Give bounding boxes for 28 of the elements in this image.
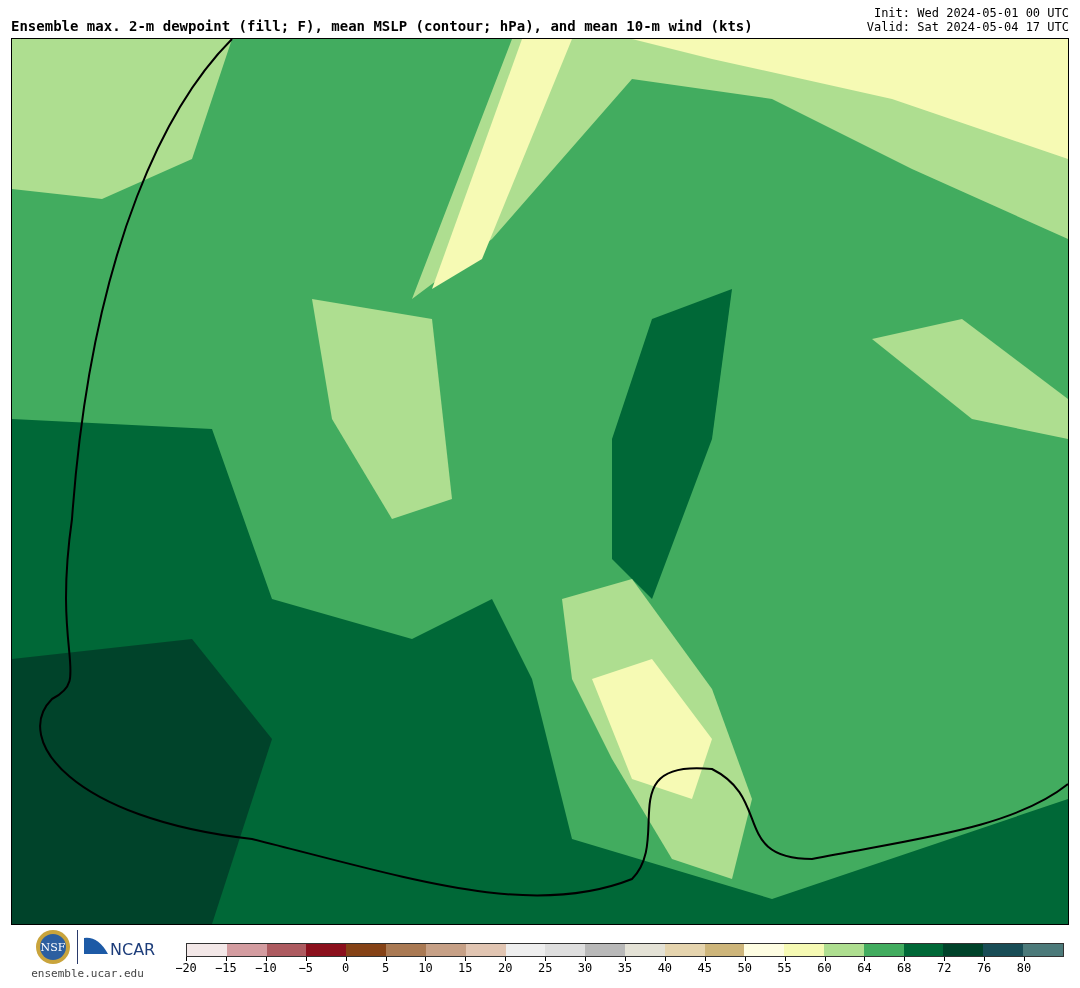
tick-label: 15	[458, 961, 473, 975]
tick-label: 10	[418, 961, 433, 975]
tick-label: 55	[777, 961, 792, 975]
tick-label: 60	[817, 961, 832, 975]
chart-title: Ensemble max. 2-m dewpoint (fill; F), mean MSLP (contour; hPa), and mean 10-m wind (kts)	[11, 18, 753, 34]
website-url: ensemble.ucar.edu	[31, 967, 144, 980]
tick-label: 25	[537, 961, 553, 975]
tick-label: 72	[937, 961, 952, 975]
tick-label: 0	[342, 961, 350, 975]
tick-label: 20	[498, 961, 513, 975]
tick-label: 80	[1016, 961, 1032, 975]
nsf-logo: NSF	[35, 929, 71, 965]
tick-label: 30	[577, 961, 593, 975]
tick-label: 40	[657, 961, 673, 975]
tick-label: 5	[381, 961, 390, 975]
valid-time: Valid: Sat 2024-05-04 17 UTC	[866, 20, 1069, 34]
tick-label: 64	[857, 961, 872, 975]
tick-label: −15	[215, 961, 237, 975]
tick-label: −5	[298, 961, 313, 975]
tick-label: −20	[175, 961, 197, 975]
tick-label: −10	[254, 961, 277, 975]
ncar-logo: NCAR	[84, 934, 160, 960]
tick-label: 76	[976, 961, 992, 975]
tick-label: 68	[897, 961, 912, 975]
tick-label: 50	[737, 961, 752, 975]
init-time: Init: Wed 2024-05-01 00 UTC	[873, 6, 1069, 20]
tick-label: 45	[697, 961, 712, 975]
tick-label: 35	[617, 961, 633, 975]
